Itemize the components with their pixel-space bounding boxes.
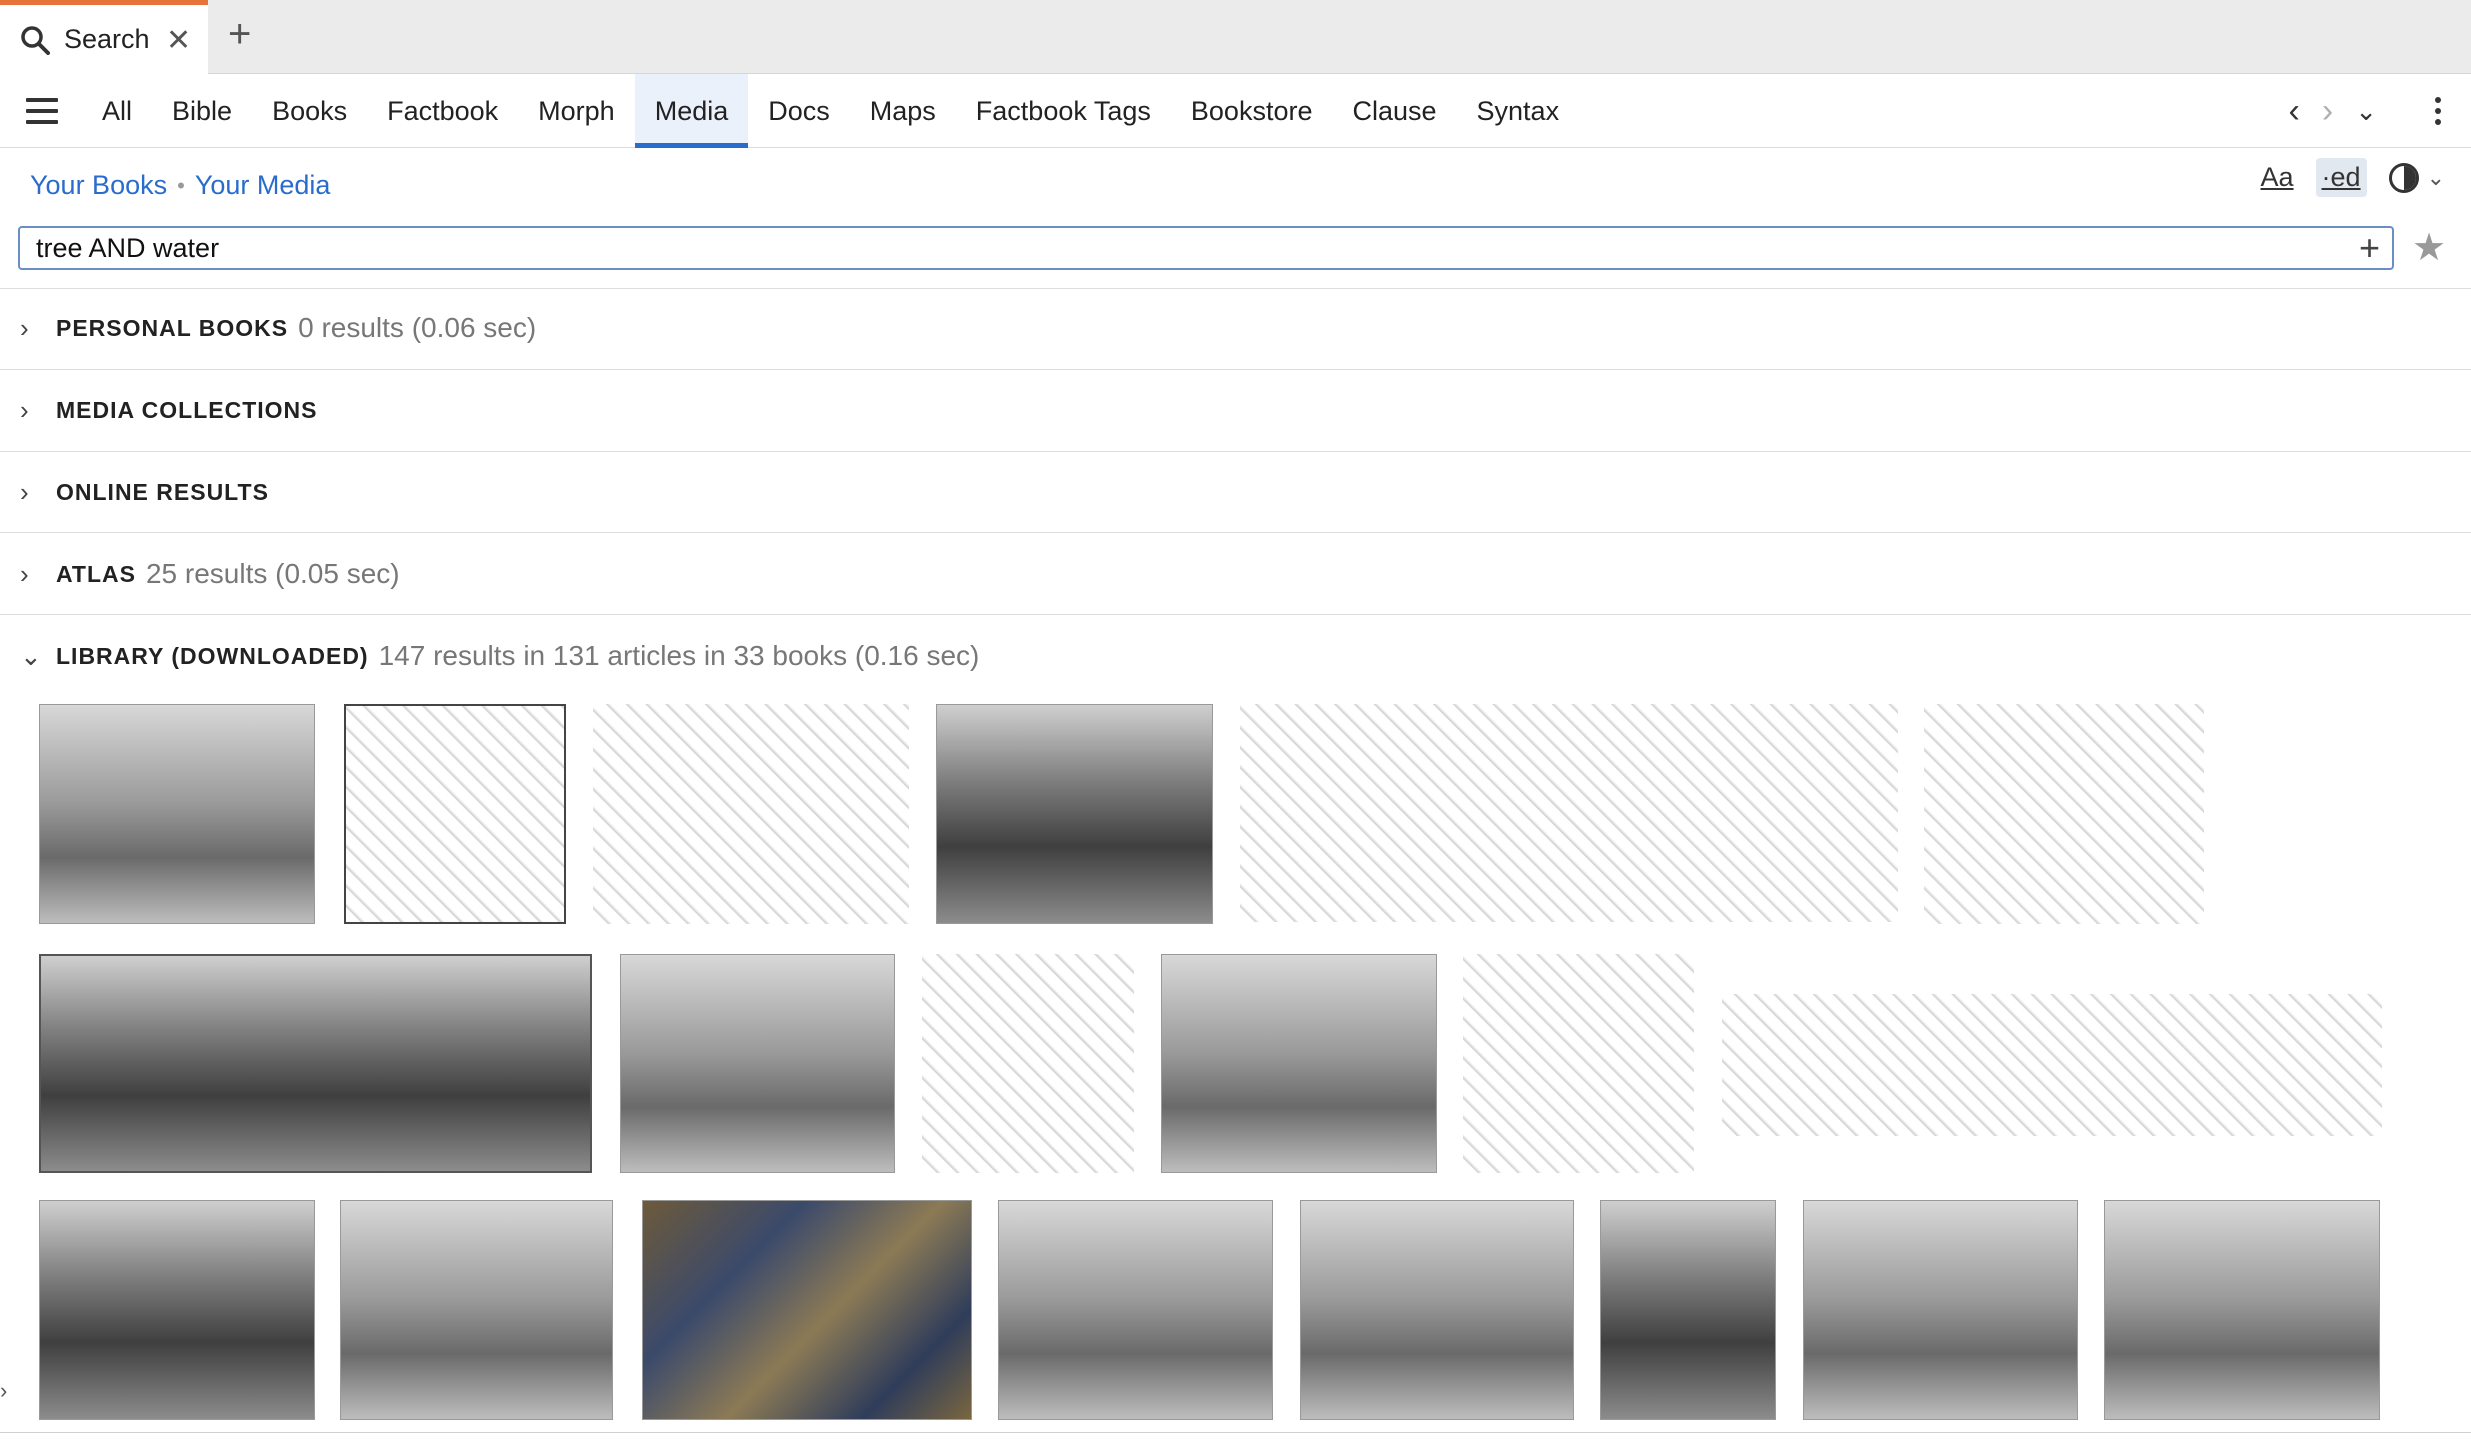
section-personal-books[interactable]: › PERSONAL BOOKS 0 results (0.06 sec) bbox=[20, 308, 536, 348]
tab-label: Search bbox=[64, 24, 150, 54]
more-options-icon[interactable] bbox=[2435, 97, 2441, 125]
view-tools: Aa ·ed ⌄ bbox=[2261, 158, 2445, 197]
media-thumbnail[interactable] bbox=[1300, 1200, 1574, 1420]
chevron-down-icon: ⌄ bbox=[20, 640, 42, 671]
divider bbox=[0, 1432, 2471, 1433]
media-thumbnail[interactable] bbox=[593, 704, 909, 924]
media-thumbnail[interactable] bbox=[1722, 994, 2382, 1136]
tab-morph[interactable]: Morph bbox=[518, 74, 635, 148]
tab-clause[interactable]: Clause bbox=[1332, 74, 1456, 148]
section-online-results[interactable]: › ONLINE RESULTS bbox=[20, 472, 269, 512]
chevron-right-icon: › bbox=[20, 312, 29, 343]
tab-media[interactable]: Media bbox=[634, 74, 749, 148]
media-thumbnail[interactable] bbox=[1161, 954, 1437, 1173]
tab-factbook-tags[interactable]: Factbook Tags bbox=[956, 74, 1171, 148]
search-icon bbox=[21, 25, 50, 55]
forward-arrow-icon[interactable]: › bbox=[2322, 92, 2333, 131]
media-thumbnail[interactable] bbox=[642, 1200, 972, 1420]
media-thumbnail[interactable] bbox=[998, 1200, 1273, 1420]
media-thumbnail[interactable] bbox=[1463, 954, 1694, 1173]
search-kind-tabs: All Bible Books Factbook Morph Media Doc… bbox=[82, 74, 1579, 148]
your-media-link[interactable]: Your Media bbox=[195, 170, 331, 201]
chevron-down-icon[interactable]: ⌄ bbox=[2355, 96, 2377, 127]
your-books-link[interactable]: Your Books bbox=[30, 170, 167, 201]
media-thumbnail[interactable] bbox=[1240, 704, 1898, 922]
section-result-count: 0 results (0.06 sec) bbox=[298, 312, 537, 343]
section-media-collections[interactable]: › MEDIA COLLECTIONS bbox=[20, 390, 317, 430]
media-thumbnail[interactable] bbox=[1803, 1200, 2078, 1420]
media-thumbnail[interactable] bbox=[39, 954, 592, 1173]
media-thumbnail[interactable] bbox=[936, 704, 1213, 924]
section-title: LIBRARY (DOWNLOADED) bbox=[56, 642, 369, 669]
section-title: MEDIA COLLECTIONS bbox=[56, 396, 318, 423]
chevron-down-icon[interactable]: ⌄ bbox=[2427, 165, 2445, 191]
breadcrumb: Your Books • Your Media bbox=[30, 170, 330, 201]
media-thumbnail[interactable] bbox=[39, 704, 315, 924]
tab-maps[interactable]: Maps bbox=[850, 74, 956, 148]
back-arrow-icon[interactable]: ‹ bbox=[2289, 92, 2300, 131]
chevron-right-icon: › bbox=[20, 394, 29, 425]
search-field: + bbox=[18, 226, 2394, 270]
breadcrumb-separator: • bbox=[177, 172, 185, 198]
section-result-count: 25 results (0.05 sec) bbox=[145, 558, 400, 589]
tab-books[interactable]: Books bbox=[252, 74, 367, 148]
font-settings-button[interactable]: Aa bbox=[2261, 162, 2294, 193]
media-thumbnail[interactable] bbox=[922, 954, 1134, 1173]
search-input[interactable] bbox=[36, 232, 2316, 264]
media-thumbnail[interactable] bbox=[340, 1200, 613, 1420]
divider bbox=[0, 451, 2471, 452]
tab-bible[interactable]: Bible bbox=[152, 74, 252, 148]
divider bbox=[0, 532, 2471, 533]
tab-docs[interactable]: Docs bbox=[748, 74, 850, 148]
tab-bookstore[interactable]: Bookstore bbox=[1171, 74, 1333, 148]
close-icon[interactable]: ✕ bbox=[166, 23, 191, 58]
tab-syntax[interactable]: Syntax bbox=[1457, 74, 1580, 148]
media-thumbnail[interactable] bbox=[1924, 704, 2204, 924]
section-result-count: 147 results in 131 articles in 33 books … bbox=[378, 640, 980, 671]
favorite-star-icon[interactable]: ★ bbox=[2412, 228, 2446, 268]
tab-all[interactable]: All bbox=[82, 74, 152, 148]
edition-toggle-button[interactable]: ·ed bbox=[2315, 158, 2367, 197]
divider bbox=[0, 614, 2471, 615]
history-controls: ‹ › ⌄ bbox=[2289, 74, 2441, 148]
chevron-right-icon: › bbox=[20, 558, 29, 589]
chevron-right-icon[interactable]: › bbox=[0, 1378, 7, 1404]
media-thumbnail[interactable] bbox=[344, 704, 566, 924]
media-thumbnail[interactable] bbox=[1600, 1200, 1776, 1420]
media-thumbnail[interactable] bbox=[2104, 1200, 2380, 1420]
section-title: ONLINE RESULTS bbox=[56, 478, 269, 505]
add-tab-button[interactable]: + bbox=[228, 14, 251, 54]
media-thumbnail[interactable] bbox=[620, 954, 895, 1173]
add-search-term-icon[interactable]: + bbox=[2359, 228, 2380, 268]
tab-strip: Search ✕ + bbox=[0, 0, 2471, 74]
tab-factbook[interactable]: Factbook bbox=[367, 74, 518, 148]
section-atlas[interactable]: › ATLAS 25 results (0.05 sec) bbox=[20, 554, 400, 594]
divider bbox=[0, 288, 2471, 289]
section-library-downloaded[interactable]: ⌄ LIBRARY (DOWNLOADED) 147 results in 13… bbox=[20, 636, 979, 676]
section-title: PERSONAL BOOKS bbox=[56, 314, 289, 341]
media-thumbnail[interactable] bbox=[39, 1200, 315, 1420]
search-kind-bar: All Bible Books Factbook Morph Media Doc… bbox=[0, 74, 2471, 148]
chevron-right-icon: › bbox=[20, 476, 29, 507]
menu-icon[interactable] bbox=[26, 98, 58, 124]
contrast-icon[interactable] bbox=[2388, 162, 2419, 193]
section-title: ATLAS bbox=[56, 560, 136, 587]
divider bbox=[0, 369, 2471, 370]
tab-search[interactable]: Search ✕ bbox=[0, 0, 208, 74]
